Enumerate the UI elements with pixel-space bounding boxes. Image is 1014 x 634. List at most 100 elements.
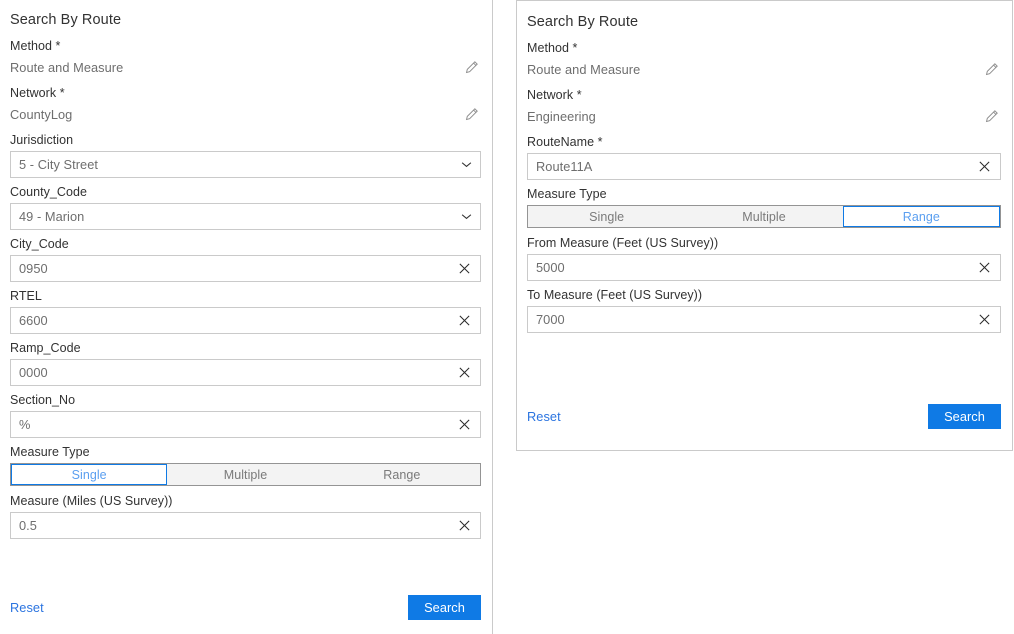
field-network: Network * CountyLog (10, 85, 481, 125)
label-section-no: Section_No (10, 392, 481, 409)
rtel-input[interactable]: 6600 (10, 307, 481, 334)
rtel-value: 6600 (11, 308, 452, 333)
from-measure-value: 5000 (528, 255, 972, 280)
city-code-input[interactable]: 0950 (10, 255, 481, 282)
label-method-right: Method * (527, 40, 1001, 57)
field-measure-type: Measure Type Single Multiple Range (10, 444, 481, 486)
close-icon[interactable] (452, 256, 477, 281)
required-marker: * (569, 41, 577, 55)
measure-value: 0.5 (11, 513, 452, 538)
search-button[interactable]: Search (408, 595, 481, 620)
network-value: CountyLog (10, 105, 72, 124)
route-name-value: Route11A (528, 154, 972, 179)
required-marker: * (52, 39, 60, 53)
segment-single[interactable]: Single (11, 464, 167, 485)
label-measure: Measure (Miles (US Survey)) (10, 493, 481, 510)
label-network-right: Network * (527, 87, 1001, 104)
measure-input[interactable]: 0.5 (10, 512, 481, 539)
jurisdiction-select[interactable]: 5 - City Street (10, 151, 481, 178)
field-city-code: City_Code 0950 (10, 236, 481, 282)
reset-link[interactable]: Reset (10, 599, 44, 617)
search-by-route-panel-right: Search By Route Method * Route and Measu… (516, 0, 1013, 451)
left-panel-footer: Reset Search (10, 595, 481, 620)
county-code-selected-value: 49 - Marion (11, 204, 455, 229)
label-city-code: City_Code (10, 236, 481, 253)
from-measure-input[interactable]: 5000 (527, 254, 1001, 281)
left-panel-content: Search By Route Method * Route and Measu… (0, 0, 492, 634)
segment-single[interactable]: Single (528, 206, 685, 227)
route-name-input[interactable]: Route11A (527, 153, 1001, 180)
close-icon[interactable] (452, 412, 477, 437)
label-ramp-code: Ramp_Code (10, 340, 481, 357)
label-method-right-text: Method (527, 41, 569, 55)
left-footer-spacer (10, 545, 481, 585)
method-value-row: Route and Measure (10, 57, 481, 78)
pencil-icon[interactable] (982, 61, 1000, 79)
close-icon[interactable] (972, 154, 997, 179)
field-section-no: Section_No % (10, 392, 481, 438)
required-marker: * (56, 86, 64, 100)
chevron-down-icon (455, 152, 477, 177)
section-no-value: % (11, 412, 452, 437)
measure-type-segmented-control-right: Single Multiple Range (527, 205, 1001, 228)
label-route-name-text: RouteName (527, 135, 594, 149)
field-jurisdiction: Jurisdiction 5 - City Street (10, 132, 481, 178)
label-route-name: RouteName * (527, 134, 1001, 151)
close-icon[interactable] (452, 360, 477, 385)
label-jurisdiction: Jurisdiction (10, 132, 481, 149)
network-value-right: Engineering (527, 107, 596, 126)
label-method: Method * (10, 38, 481, 55)
label-to-measure: To Measure (Feet (US Survey)) (527, 287, 1001, 304)
pencil-icon[interactable] (982, 108, 1000, 126)
field-network-right: Network * Engineering (527, 87, 1001, 127)
chevron-down-icon (455, 204, 477, 229)
label-rtel: RTEL (10, 288, 481, 305)
segment-range[interactable]: Range (324, 464, 480, 485)
close-icon[interactable] (972, 255, 997, 280)
network-value-row: CountyLog (10, 104, 481, 125)
label-network-right-text: Network (527, 88, 573, 102)
label-measure-type: Measure Type (10, 444, 481, 461)
field-from-measure: From Measure (Feet (US Survey)) 5000 (527, 235, 1001, 281)
measure-type-segmented-control: Single Multiple Range (10, 463, 481, 486)
field-to-measure: To Measure (Feet (US Survey)) 7000 (527, 287, 1001, 333)
segment-multiple[interactable]: Multiple (685, 206, 842, 227)
reset-link[interactable]: Reset (527, 408, 561, 426)
right-panel-footer: Reset Search (527, 404, 1001, 429)
to-measure-input[interactable]: 7000 (527, 306, 1001, 333)
required-marker: * (573, 88, 581, 102)
search-button[interactable]: Search (928, 404, 1001, 429)
county-code-select[interactable]: 49 - Marion (10, 203, 481, 230)
close-icon[interactable] (452, 308, 477, 333)
required-marker: * (594, 135, 602, 149)
to-measure-value: 7000 (528, 307, 972, 332)
network-value-row-right: Engineering (527, 106, 1001, 127)
method-value-row-right: Route and Measure (527, 59, 1001, 80)
field-route-name: RouteName * Route11A (527, 134, 1001, 180)
label-from-measure: From Measure (Feet (US Survey)) (527, 235, 1001, 252)
pencil-icon[interactable] (462, 59, 480, 77)
method-value: Route and Measure (10, 58, 123, 77)
section-no-input[interactable]: % (10, 411, 481, 438)
close-icon[interactable] (452, 513, 477, 538)
app-root: Search By Route Method * Route and Measu… (0, 0, 1014, 634)
city-code-value: 0950 (11, 256, 452, 281)
right-panel-content: Search By Route Method * Route and Measu… (517, 1, 1012, 450)
page-title-right: Search By Route (527, 12, 1001, 32)
right-footer-spacer (527, 339, 1001, 369)
segment-range[interactable]: Range (843, 206, 1000, 227)
field-county-code: County_Code 49 - Marion (10, 184, 481, 230)
method-value-right: Route and Measure (527, 60, 640, 79)
label-network: Network * (10, 85, 481, 102)
label-county-code: County_Code (10, 184, 481, 201)
field-method-right: Method * Route and Measure (527, 40, 1001, 80)
field-method: Method * Route and Measure (10, 38, 481, 78)
close-icon[interactable] (972, 307, 997, 332)
field-measure: Measure (Miles (US Survey)) 0.5 (10, 493, 481, 539)
page-title: Search By Route (10, 10, 481, 30)
field-rtel: RTEL 6600 (10, 288, 481, 334)
pencil-icon[interactable] (462, 106, 480, 124)
ramp-code-input[interactable]: 0000 (10, 359, 481, 386)
label-measure-type-right: Measure Type (527, 186, 1001, 203)
segment-multiple[interactable]: Multiple (167, 464, 323, 485)
